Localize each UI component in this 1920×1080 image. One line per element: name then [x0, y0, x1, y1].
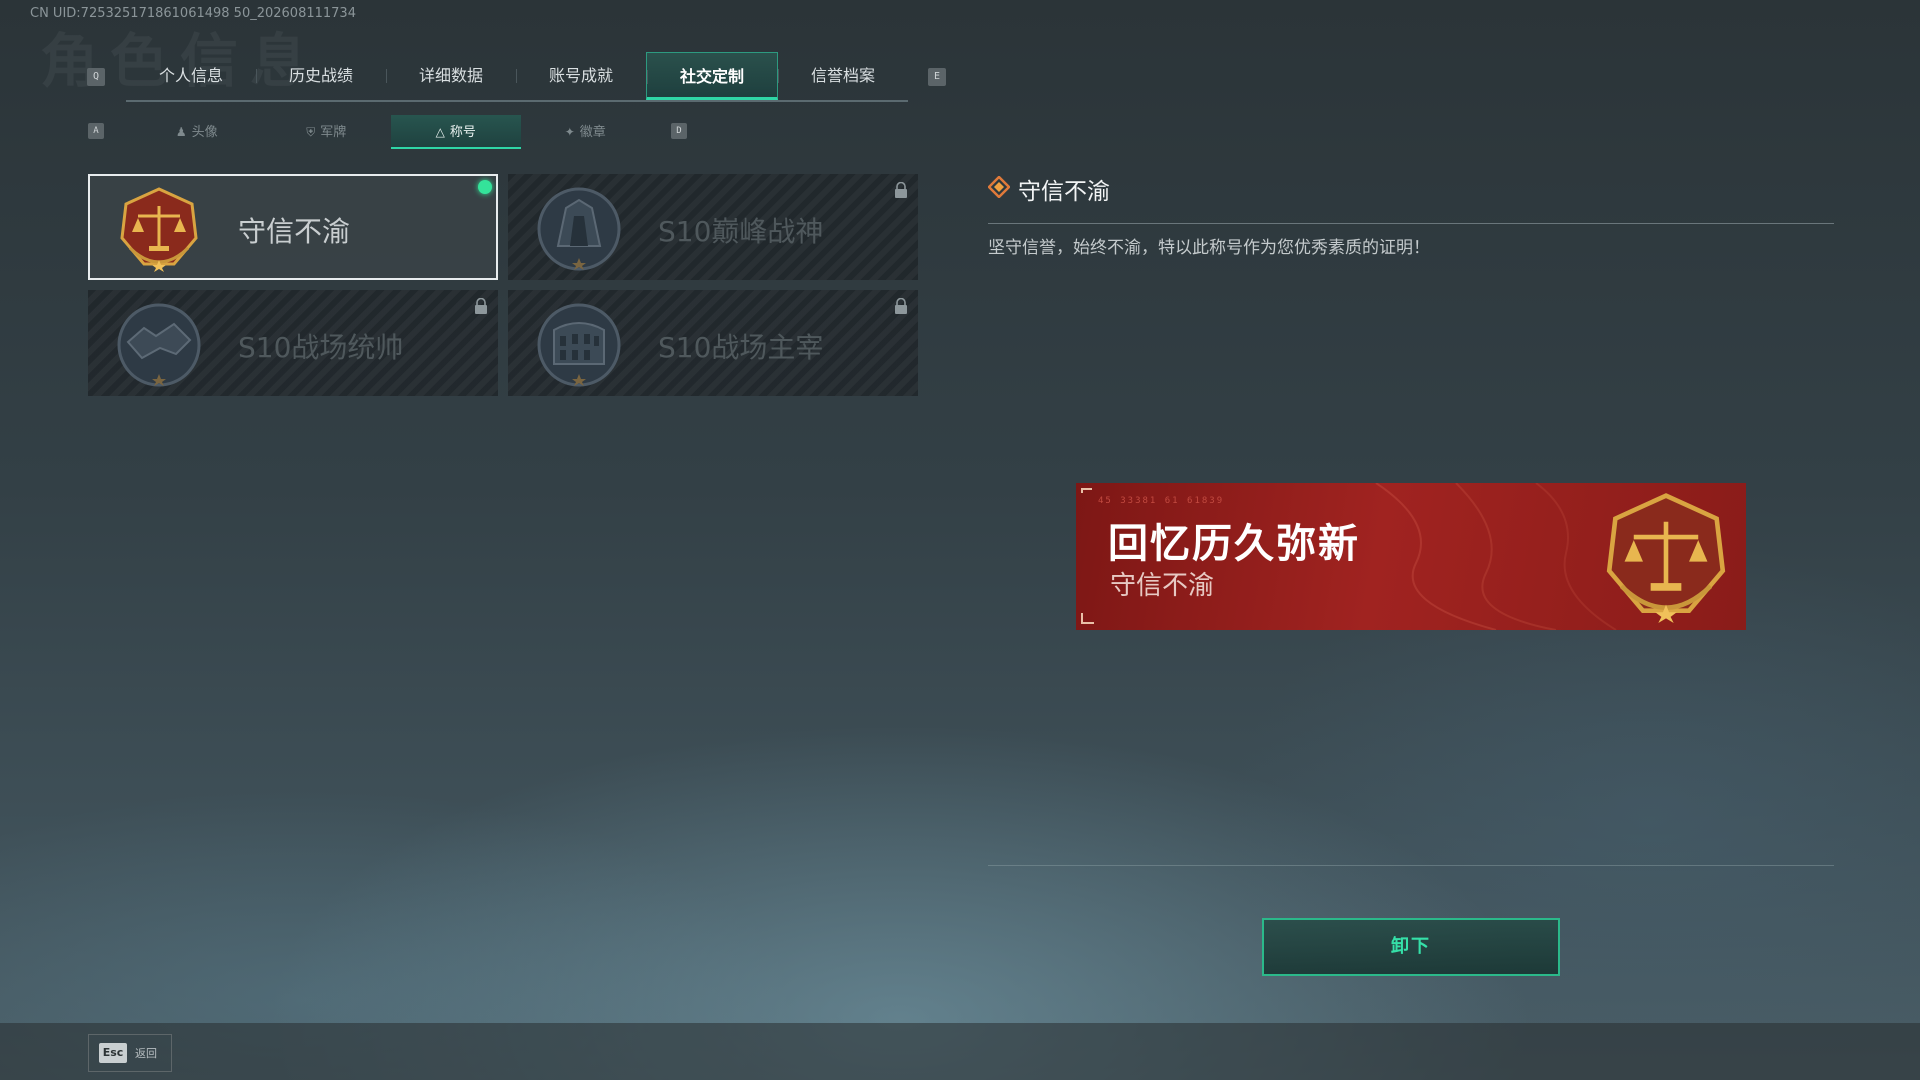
title-card-name: S10战场主宰: [658, 331, 824, 364]
title-card-s10-peak-god[interactable]: S10巅峰战神: [508, 174, 918, 280]
lock-icon: [895, 182, 907, 198]
subtab-avatar-label: 头像: [191, 125, 218, 140]
warrior-badge-icon: [537, 187, 621, 271]
tab-achievements[interactable]: 账号成就: [516, 52, 646, 100]
next-tab-key-hint[interactable]: E: [928, 68, 946, 86]
esc-key-hint: Esc: [99, 1043, 127, 1063]
action-divider: [988, 865, 1834, 866]
title-preview-banner: 45 33381 61 61839 回忆历久弥新 守信不渝: [1076, 483, 1746, 630]
tab-credit-record[interactable]: 信誉档案: [778, 52, 908, 100]
unequip-button[interactable]: 卸下: [1262, 918, 1560, 976]
preview-sub-text: 守信不渝: [1110, 571, 1215, 601]
main-tab-bar: 个人信息 历史战绩 详细数据 账号成就 社交定制 信誉档案: [126, 52, 908, 102]
tab-personal-info[interactable]: 个人信息: [126, 52, 256, 100]
subtab-dogtag[interactable]: ⛨ 军牌: [262, 115, 392, 149]
title-card-name: S10巅峰战神: [658, 215, 824, 248]
subtab-avatar[interactable]: ♟ 头像: [132, 115, 262, 149]
scales-badge-icon: [120, 187, 198, 272]
subtab-dogtag-label: 军牌: [320, 125, 347, 140]
subtab-title[interactable]: △ 称号: [391, 115, 521, 149]
title-card-s10-battlefield-ruler[interactable]: S10战场主宰: [508, 290, 918, 396]
prev-tab-key-hint[interactable]: Q: [87, 68, 105, 86]
colosseum-badge-icon: [537, 303, 621, 387]
triangle-icon: △: [435, 125, 445, 139]
dogtag-icon: ⛨: [306, 125, 316, 139]
bottom-bar: [0, 1023, 1920, 1080]
title-card-s10-battlefield-commander[interactable]: S10战场统帅: [88, 290, 498, 396]
equipped-indicator: [478, 180, 492, 194]
diamond-icon: [988, 176, 1010, 198]
subtab-emblem[interactable]: ✦ 徽章: [521, 115, 651, 149]
subtab-title-label: 称号: [449, 125, 476, 140]
tab-social-customization[interactable]: 社交定制: [646, 52, 778, 100]
title-card-name: 守信不渝: [238, 215, 351, 248]
title-card-name: S10战场统帅: [238, 331, 404, 364]
subtab-emblem-label: 徽章: [579, 125, 606, 140]
tab-match-history[interactable]: 历史战绩: [256, 52, 386, 100]
scales-badge-icon: [1606, 493, 1726, 623]
emblem-icon: ✦: [564, 125, 575, 139]
detail-title: 守信不渝: [1018, 179, 1110, 205]
tab-detailed-stats[interactable]: 详细数据: [386, 52, 516, 100]
wolf-badge-icon: [117, 303, 201, 387]
back-label: 返回: [135, 1047, 157, 1060]
lock-icon: [475, 298, 487, 314]
detail-description: 坚守信誉，始终不渝，特以此称号作为您优秀素质的证明！: [988, 238, 1430, 258]
detail-divider: [988, 223, 1834, 224]
back-button[interactable]: Esc 返回: [88, 1034, 172, 1072]
preview-code-text: 45 33381 61 61839: [1098, 496, 1225, 506]
preview-main-text: 回忆历久弥新: [1108, 521, 1360, 567]
next-subtab-key-hint[interactable]: D: [671, 123, 687, 139]
person-icon: ♟: [175, 125, 187, 139]
title-card-trustworthy[interactable]: 守信不渝: [88, 174, 498, 280]
lock-icon: [895, 298, 907, 314]
prev-subtab-key-hint[interactable]: A: [88, 123, 104, 139]
subtab-bar: ♟ 头像 ⛨ 军牌 △ 称号 ✦ 徽章: [132, 115, 650, 149]
